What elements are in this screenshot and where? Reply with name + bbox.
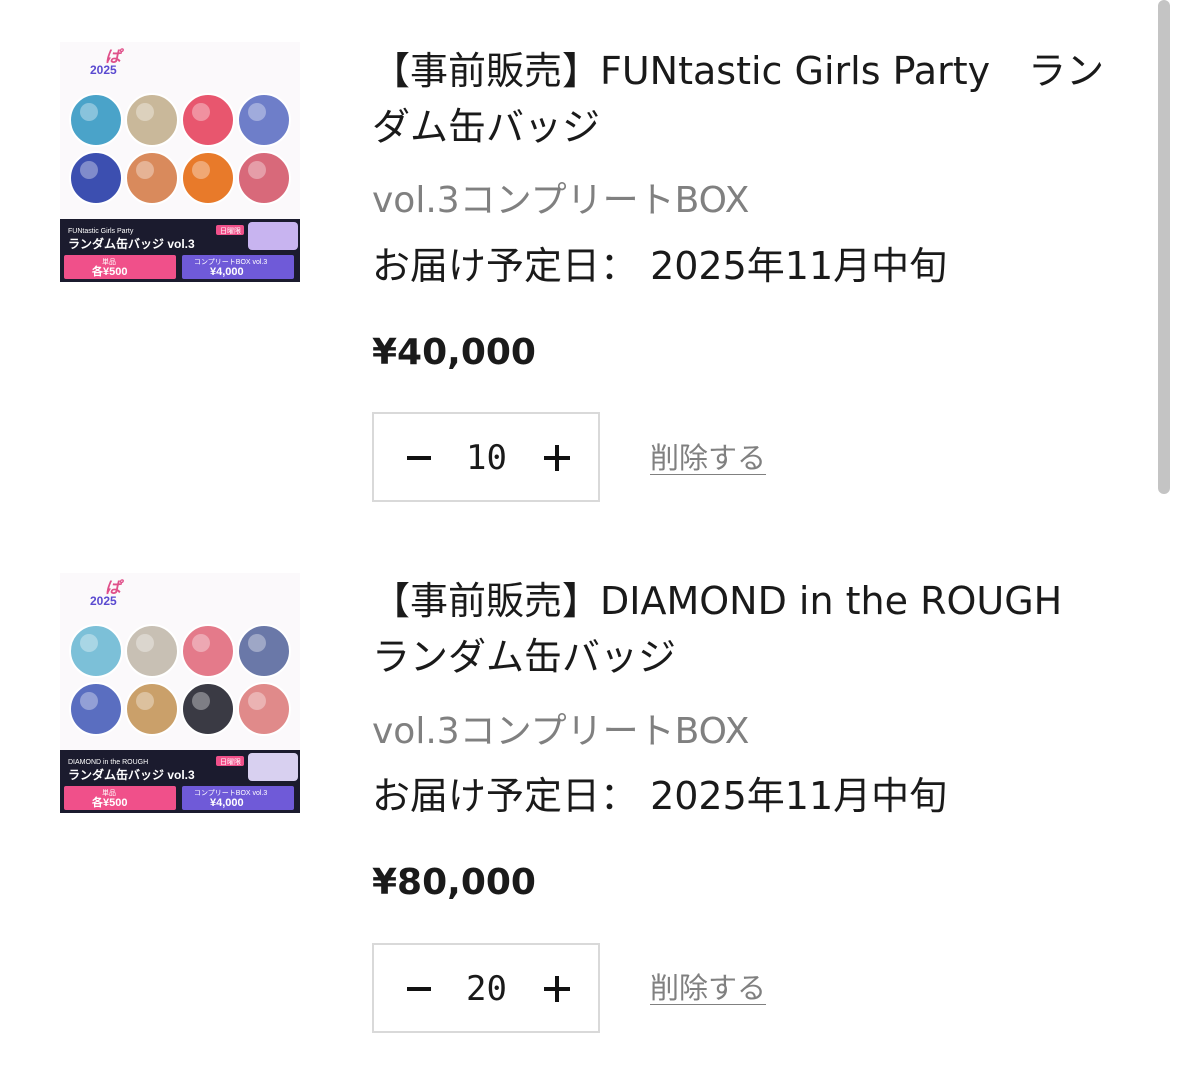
badge-illustration bbox=[69, 682, 123, 736]
delivery-date: お届け予定日： 2025年11月中旬 bbox=[372, 774, 948, 818]
image-single-price: 各¥500 bbox=[91, 264, 127, 278]
image-tag: 日曜限 bbox=[220, 757, 241, 766]
minus-icon bbox=[407, 987, 431, 991]
quantity-stepper bbox=[372, 943, 600, 1033]
badge-illustration bbox=[125, 151, 179, 205]
badge-highlight bbox=[136, 161, 154, 179]
decrease-quantity-button[interactable] bbox=[388, 945, 448, 1031]
image-box-label: コンプリートBOX vol.3 bbox=[194, 789, 267, 797]
badge-highlight bbox=[136, 103, 154, 121]
minus-icon bbox=[407, 456, 431, 460]
badge-highlight bbox=[192, 634, 210, 652]
badge-illustration bbox=[125, 682, 179, 736]
badge-highlight bbox=[248, 692, 266, 710]
image-line2: ランダム缶バッジ vol.3 bbox=[68, 767, 195, 782]
product-thumbnail[interactable]: ぱ 2025 DIAMOND in the ROUGH ランダム缶バッジ vol… bbox=[60, 573, 300, 813]
cart-item: ぱ 2025 DIAMOND in the ROUGH ランダム缶バッジ vol… bbox=[0, 530, 1179, 1086]
remove-item-link[interactable]: 削除する bbox=[650, 970, 766, 1006]
delivery-date: お届け予定日： 2025年11月中旬 bbox=[372, 244, 948, 288]
product-price: ¥40,000 bbox=[372, 332, 536, 373]
image-single-label: 単品 bbox=[102, 788, 116, 797]
badge-highlight bbox=[248, 103, 266, 121]
badge-highlight bbox=[192, 161, 210, 179]
badge-illustration bbox=[69, 151, 123, 205]
badge-illustration bbox=[125, 93, 179, 147]
cart-item: ぱ 2025 FUNtastic Girls Party ランダム缶バッジ vo… bbox=[0, 0, 1179, 530]
badge-illustration bbox=[181, 624, 235, 678]
image-tag: 日曜限 bbox=[220, 226, 241, 235]
badge-illustration bbox=[181, 151, 235, 205]
image-single-label: 単品 bbox=[102, 257, 116, 266]
product-title[interactable]: 【事前販売】DIAMOND in the ROUGH ランダム缶バッジ bbox=[372, 573, 1112, 685]
product-variant: vol.3コンプリートBOX bbox=[372, 180, 750, 221]
badge-illustration bbox=[237, 624, 291, 678]
image-line1: FUNtastic Girls Party bbox=[68, 228, 134, 235]
quantity-input[interactable] bbox=[466, 436, 508, 480]
badge-illustration bbox=[181, 93, 235, 147]
badge-highlight bbox=[80, 692, 98, 710]
image-box-label: コンプリートBOX vol.3 bbox=[194, 258, 267, 266]
increase-quantity-button[interactable] bbox=[526, 414, 586, 500]
badge-illustration bbox=[125, 624, 179, 678]
product-thumbnail[interactable]: ぱ 2025 FUNtastic Girls Party ランダム缶バッジ vo… bbox=[60, 42, 300, 282]
product-price: ¥80,000 bbox=[372, 862, 536, 903]
remove-item-link[interactable]: 削除する bbox=[650, 440, 766, 476]
badge-illustration bbox=[181, 682, 235, 736]
badge-highlight bbox=[80, 103, 98, 121]
product-variant: vol.3コンプリートBOX bbox=[372, 711, 750, 752]
quantity-stepper bbox=[372, 412, 600, 502]
badge-highlight bbox=[136, 634, 154, 652]
badge-highlight bbox=[248, 161, 266, 179]
product-image: ぱ 2025 DIAMOND in the ROUGH ランダム缶バッジ vol… bbox=[60, 573, 300, 813]
product-title[interactable]: 【事前販売】FUNtastic Girls Party ランダム缶バッジ bbox=[372, 43, 1112, 155]
increase-quantity-button[interactable] bbox=[526, 945, 586, 1031]
image-single-price: 各¥500 bbox=[91, 795, 127, 809]
badge-highlight bbox=[248, 634, 266, 652]
image-box-price: ¥4,000 bbox=[210, 266, 244, 278]
badge-highlight bbox=[136, 692, 154, 710]
product-image: ぱ 2025 FUNtastic Girls Party ランダム缶バッジ vo… bbox=[60, 42, 300, 282]
vertical-scrollbar[interactable] bbox=[1158, 0, 1170, 494]
badge-illustration bbox=[237, 93, 291, 147]
badge-highlight bbox=[80, 161, 98, 179]
image-line2: ランダム缶バッジ vol.3 bbox=[68, 236, 195, 251]
svg-text:2025: 2025 bbox=[90, 594, 117, 608]
badge-highlight bbox=[80, 634, 98, 652]
image-line1: DIAMOND in the ROUGH bbox=[68, 759, 148, 766]
svg-text:2025: 2025 bbox=[90, 63, 117, 77]
badge-illustration bbox=[237, 151, 291, 205]
badge-illustration bbox=[69, 624, 123, 678]
badge-highlight bbox=[192, 103, 210, 121]
badge-highlight bbox=[192, 692, 210, 710]
quantity-input[interactable] bbox=[466, 967, 508, 1011]
image-box-price: ¥4,000 bbox=[210, 797, 244, 809]
decrease-quantity-button[interactable] bbox=[388, 414, 448, 500]
badge-illustration bbox=[69, 93, 123, 147]
badge-illustration bbox=[237, 682, 291, 736]
